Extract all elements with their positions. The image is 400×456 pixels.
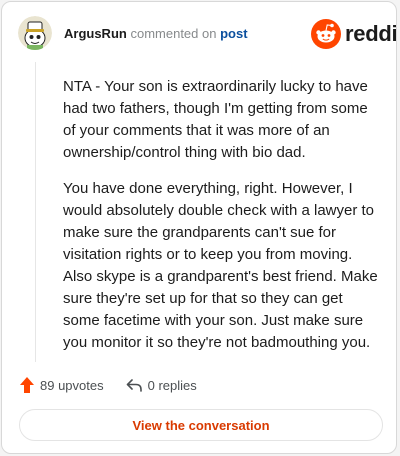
comment-header: ArgusRun commented on post reddit xyxy=(2,2,396,64)
comment-card: ArgusRun commented on post reddit NTA - … xyxy=(1,1,397,454)
brand-name: reddit xyxy=(345,21,397,46)
reddit-alien-icon xyxy=(311,19,341,49)
reply-count: 0 replies xyxy=(147,377,197,393)
username[interactable]: ArgusRun xyxy=(64,26,127,41)
action-text: commented on xyxy=(130,26,217,41)
comment-body: NTA - Your son is extraordinarily lucky … xyxy=(63,76,381,368)
upvote-arrow-icon xyxy=(20,377,34,393)
comment-meta: ArgusRun commented on post xyxy=(64,26,248,42)
comment-paragraph: NTA - Your son is extraordinarily lucky … xyxy=(63,78,368,161)
comment-paragraph: You have done everything, right. However… xyxy=(63,180,378,351)
post-link[interactable]: post xyxy=(220,26,247,41)
reply-arrow-icon xyxy=(126,379,142,392)
upvote-button[interactable]: 89 upvotes xyxy=(20,377,104,393)
reddit-logo[interactable]: reddit xyxy=(311,19,397,49)
snoo-avatar-icon xyxy=(18,16,52,50)
upvote-count: 89 upvotes xyxy=(40,377,104,393)
view-conversation-button[interactable]: View the conversation xyxy=(19,409,383,441)
user-avatar[interactable] xyxy=(18,16,52,50)
reply-button[interactable]: 0 replies xyxy=(126,378,197,393)
thread-line xyxy=(35,62,36,362)
comment-actions: 89 upvotes 0 replies xyxy=(20,374,197,396)
